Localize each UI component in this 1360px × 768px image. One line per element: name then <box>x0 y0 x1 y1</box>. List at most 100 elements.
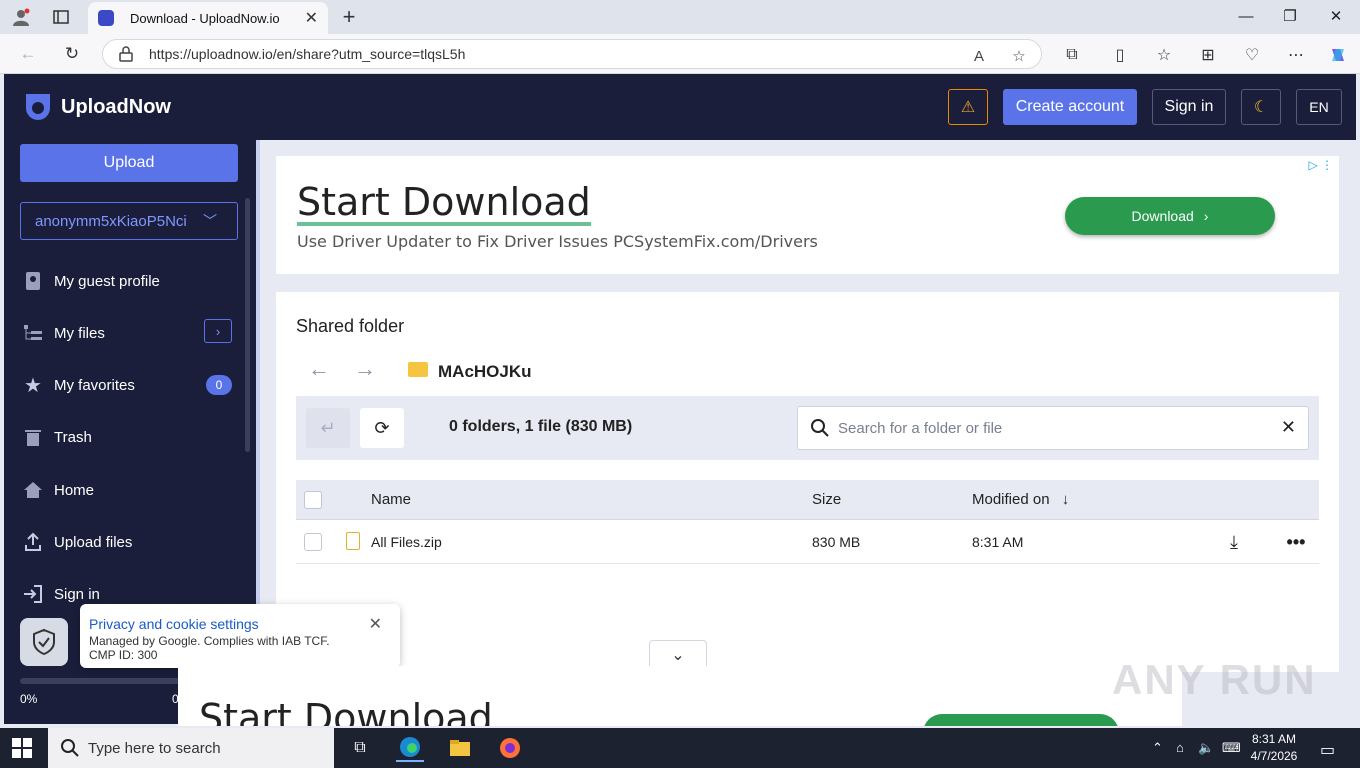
star-icon: ★ <box>24 374 42 397</box>
brand-name: UploadNow <box>61 95 171 118</box>
sidebar-item-upload-files[interactable]: Upload files <box>22 527 242 557</box>
collapse-ad-button[interactable]: ⌄ <box>649 640 707 668</box>
browser-tab-active[interactable]: Download - UploadNow.io ✕ <box>88 2 328 34</box>
warning-button[interactable]: ⚠ <box>948 89 988 125</box>
file-name[interactable]: All Files.zip <box>371 534 442 550</box>
return-arrow-icon: ↵ <box>320 417 336 438</box>
ad-subtext[interactable]: Use Driver Updater to Fix Driver Issues … <box>297 232 818 251</box>
shared-folder-panel: Shared folder ← → MAcHOJKu ↵ ⟳ 0 folders… <box>276 292 1339 672</box>
more-menu-icon[interactable]: ⋯ <box>1284 43 1308 67</box>
column-size[interactable]: Size <box>812 491 841 508</box>
create-account-button[interactable]: Create account <box>1003 89 1137 125</box>
brand-logo[interactable]: UploadNow <box>24 92 171 122</box>
uploadnow-logo-icon <box>26 94 50 120</box>
sidebar-item-home[interactable]: Home <box>22 475 242 505</box>
sticky-ad-headline[interactable]: Start Download <box>199 696 493 726</box>
taskbar-search[interactable]: Type here to search <box>48 728 334 768</box>
profile-icon[interactable] <box>10 6 32 28</box>
refresh-button[interactable]: ⟳ <box>360 408 404 448</box>
language-icon[interactable]: ⌨ <box>1222 740 1241 756</box>
copilot-icon[interactable] <box>1326 43 1350 67</box>
dark-mode-toggle[interactable]: ☾ <box>1241 89 1281 125</box>
back-icon[interactable]: ← <box>16 42 40 66</box>
sticky-ad-banner[interactable]: Start Download <box>178 666 1182 726</box>
upload-button[interactable]: Upload <box>20 144 238 182</box>
uploadnow-favicon-icon <box>98 10 114 26</box>
close-tab-icon[interactable]: ✕ <box>305 8 318 28</box>
sidebar-item-label: Upload files <box>54 533 133 551</box>
go-up-button[interactable]: ↵ <box>306 408 350 448</box>
sidebar-item-label: My guest profile <box>54 272 160 290</box>
search-placeholder[interactable]: Search for a folder or file <box>838 420 1002 437</box>
nav-back-arrow-icon[interactable]: ← <box>308 356 330 382</box>
sidebar-item-guest-profile[interactable]: My guest profile <box>22 266 242 296</box>
new-tab-icon[interactable]: + <box>338 4 360 29</box>
favorites-icon[interactable]: ☆ <box>1152 43 1176 67</box>
restore-icon[interactable]: ❐ <box>1268 4 1312 28</box>
folder-toolbar: ↵ ⟳ 0 folders, 1 file (830 MB) Search fo… <box>296 396 1319 460</box>
language-button[interactable]: EN <box>1296 89 1342 125</box>
sidebar-item-trash[interactable]: Trash <box>22 422 242 452</box>
notifications-icon[interactable]: ▭ <box>1320 740 1335 760</box>
sticky-ad-button[interactable] <box>923 714 1119 726</box>
row-checkbox[interactable] <box>304 533 322 551</box>
sidebar-item-label: My files <box>54 324 105 342</box>
tab-title: Download - UploadNow.io <box>130 10 280 26</box>
read-aloud-icon[interactable]: A <box>969 46 989 66</box>
breadcrumb-folder[interactable]: MAcHOJKu <box>438 362 532 382</box>
expand-chevron-icon[interactable]: › <box>204 319 232 343</box>
windows-taskbar: Type here to search ⧉ ⌃ ⌂ 🔈 ⌨ 8:31 AM 4/… <box>0 728 1360 768</box>
column-modified[interactable]: Modified on ↓ <box>972 491 1069 508</box>
firefox-icon[interactable] <box>496 734 524 762</box>
sidebar-item-label: Sign in <box>54 585 100 603</box>
close-window-icon[interactable]: ✕ <box>1314 4 1358 28</box>
column-name[interactable]: Name <box>371 491 411 508</box>
network-icon[interactable]: ⌂ <box>1176 740 1184 755</box>
ad-banner[interactable]: Start Download Use Driver Updater to Fix… <box>276 156 1339 274</box>
clock-date: 4/7/2026 <box>1250 749 1298 763</box>
home-icon <box>22 479 44 501</box>
extensions-icon[interactable]: ⧉ <box>1060 43 1084 67</box>
ad-download-button[interactable]: Download › <box>1065 197 1275 235</box>
sidebar-scrollbar[interactable] <box>245 198 250 452</box>
sidebar-item-favorites[interactable]: ★ My favorites 0 <box>22 370 242 400</box>
minimize-icon[interactable]: — <box>1224 4 1268 28</box>
moon-icon: ☾ <box>1253 99 1269 116</box>
performance-icon[interactable]: ♡ <box>1240 43 1264 67</box>
cookie-settings-button[interactable] <box>20 618 68 666</box>
tab-actions-icon[interactable] <box>50 6 72 28</box>
address-bar[interactable]: https://uploadnow.io/en/share?utm_source… <box>102 39 1042 69</box>
close-cookie-icon[interactable]: ✕ <box>369 614 382 634</box>
collections-icon[interactable]: ⊞ <box>1196 43 1220 67</box>
task-view-icon[interactable]: ⧉ <box>346 734 374 762</box>
table-row[interactable]: All Files.zip 830 MB 8:31 AM ⤓ ••• <box>296 520 1319 564</box>
cookie-title[interactable]: Privacy and cookie settings <box>89 616 400 632</box>
windows-start-icon[interactable] <box>12 738 32 758</box>
select-all-checkbox[interactable] <box>304 491 322 509</box>
account-name: anonymm5xKiaoP5Nci <box>35 212 187 230</box>
reload-icon[interactable]: ↻ <box>60 42 84 66</box>
row-more-button[interactable]: ••• <box>1280 528 1312 556</box>
favorite-star-icon[interactable]: ☆ <box>1009 46 1029 66</box>
account-dropdown[interactable]: anonymm5xKiaoP5Nci ﹀ <box>20 202 238 240</box>
search-box[interactable]: Search for a folder or file ✕ <box>797 406 1309 450</box>
file-explorer-icon[interactable] <box>446 734 474 762</box>
clear-search-icon[interactable]: ✕ <box>1281 417 1296 438</box>
nav-forward-arrow-icon[interactable]: → <box>354 356 376 382</box>
split-screen-icon[interactable]: ▯ <box>1108 43 1132 67</box>
ad-headline[interactable]: Start Download <box>297 182 591 226</box>
cookie-consent-toast[interactable]: Privacy and cookie settings Managed by G… <box>80 604 400 668</box>
volume-icon[interactable]: 🔈 <box>1198 740 1214 756</box>
download-file-button[interactable]: ⤓ <box>1214 528 1254 556</box>
storage-percent: 0% <box>20 692 38 706</box>
sidebar-item-my-files[interactable]: My files › <box>22 318 242 348</box>
system-clock[interactable]: 8:31 AM 4/7/2026 <box>1244 731 1304 765</box>
cookie-line-2: CMP ID: 300 <box>89 648 158 662</box>
sign-in-button[interactable]: Sign in <box>1152 89 1226 125</box>
show-hidden-icons[interactable]: ⌃ <box>1152 740 1163 756</box>
watermark-text: ANY RUN <box>1112 656 1317 703</box>
folder-icon <box>408 362 428 377</box>
ad-choices-icon[interactable]: ▷ ⋮ <box>1308 158 1333 172</box>
shield-icon <box>33 628 55 656</box>
edge-icon[interactable] <box>396 734 424 762</box>
